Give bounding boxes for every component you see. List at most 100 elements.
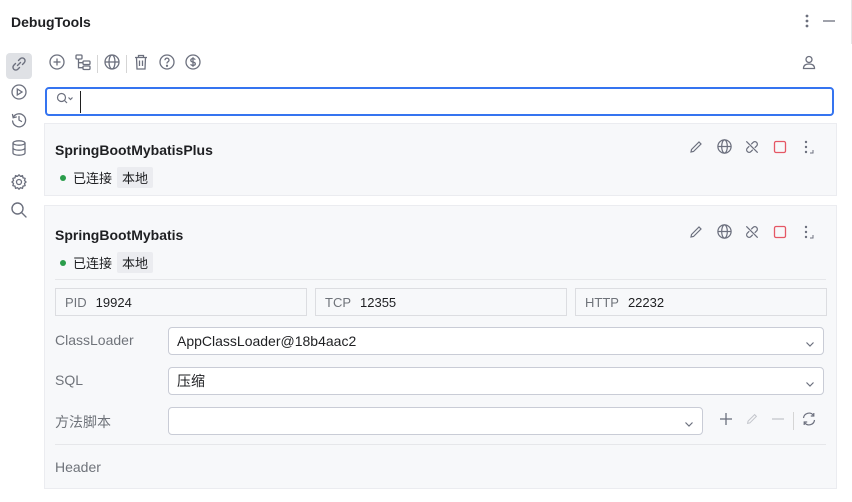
search-history-icon[interactable] xyxy=(56,92,74,111)
connected-dot-icon xyxy=(60,174,66,181)
search-icon xyxy=(10,201,28,224)
connection-status: 已连接 本地 xyxy=(60,167,154,188)
method-script-label: 方法脚本 xyxy=(55,414,111,430)
pid-value: 19924 xyxy=(95,294,132,310)
dollar-icon xyxy=(184,53,202,76)
edit-icon xyxy=(688,139,704,160)
main-toolbar xyxy=(44,51,834,77)
tcp-port-box: TCP 12355 xyxy=(315,288,567,316)
globe-icon xyxy=(716,138,733,160)
separator xyxy=(793,412,794,430)
delete-button[interactable] xyxy=(128,51,154,77)
connection-card-expanded[interactable]: SpringBootMybatis 已连接 本地 PID 19924 TCP 1… xyxy=(44,205,837,489)
toolbar-separator xyxy=(126,55,127,73)
donate-button[interactable] xyxy=(180,51,206,77)
location-tag: 本地 xyxy=(117,167,154,188)
toolbar-separator xyxy=(97,55,98,73)
history-icon xyxy=(10,111,28,134)
sidebar-search-button[interactable] xyxy=(6,199,32,225)
classloader-select[interactable]: AppClassLoader@18b4aac2 xyxy=(168,327,824,355)
refresh-script-button[interactable] xyxy=(796,408,822,434)
tree-icon xyxy=(74,53,92,76)
disconnect-button[interactable] xyxy=(742,224,762,244)
http-port-box: HTTP 22232 xyxy=(575,288,827,316)
stop-icon xyxy=(773,140,787,159)
sidebar-connections-button[interactable] xyxy=(6,53,32,79)
globe-icon xyxy=(716,223,733,245)
connection-name: SpringBootMybatisPlus xyxy=(55,142,213,158)
globe-icon xyxy=(103,53,121,76)
stop-button[interactable] xyxy=(770,224,790,244)
remove-script-button[interactable] xyxy=(765,408,791,434)
connected-dot-icon xyxy=(60,259,66,266)
minimize-icon[interactable] xyxy=(823,14,835,28)
connection-actions xyxy=(686,224,818,244)
refresh-icon xyxy=(801,411,817,432)
stop-button[interactable] xyxy=(770,139,790,159)
connection-name: SpringBootMybatis xyxy=(55,227,184,243)
chevron-down-icon xyxy=(805,336,815,352)
tool-window-header: DebugTools xyxy=(0,0,852,44)
edit-script-button[interactable] xyxy=(739,408,765,434)
connection-status: 已连接 本地 xyxy=(60,252,154,273)
tree-view-button[interactable] xyxy=(70,51,96,77)
add-script-button[interactable] xyxy=(713,408,739,434)
connection-card[interactable]: SpringBootMybatisPlus 已连接 本地 xyxy=(44,123,837,196)
user-button[interactable] xyxy=(796,51,822,77)
http-label: HTTP xyxy=(585,294,619,310)
run-icon xyxy=(10,83,28,106)
sidebar-history-button[interactable] xyxy=(6,109,32,135)
pid-label: PID xyxy=(65,294,87,310)
more-options-icon xyxy=(801,139,815,160)
edit-button[interactable] xyxy=(686,224,706,244)
more-options-icon[interactable] xyxy=(805,14,809,28)
chevron-down-icon xyxy=(805,376,815,392)
location-tag: 本地 xyxy=(117,252,154,273)
add-icon xyxy=(48,53,66,76)
open-web-button[interactable] xyxy=(714,139,734,159)
divider xyxy=(55,444,826,445)
edit-icon xyxy=(688,224,704,245)
edit-icon xyxy=(745,412,759,431)
web-button[interactable] xyxy=(99,51,125,77)
delete-icon xyxy=(132,53,150,76)
unlink-icon xyxy=(744,224,760,245)
sidebar-run-button[interactable] xyxy=(6,81,32,107)
settings-icon xyxy=(10,173,28,196)
left-sidebar xyxy=(0,44,38,502)
minus-icon xyxy=(771,412,785,431)
search-box[interactable] xyxy=(45,87,834,116)
unlink-icon xyxy=(744,139,760,160)
sql-label: SQL xyxy=(55,372,84,388)
classloader-label: ClassLoader xyxy=(55,332,134,348)
user-icon xyxy=(801,54,817,75)
connection-actions xyxy=(686,139,818,159)
sql-select[interactable]: 压缩 xyxy=(168,367,824,395)
http-port-value: 22232 xyxy=(627,294,665,310)
more-button[interactable] xyxy=(798,139,818,159)
stop-icon xyxy=(773,225,787,244)
method-script-actions xyxy=(713,408,822,434)
method-script-select[interactable] xyxy=(168,407,703,435)
classloader-value: AppClassLoader@18b4aac2 xyxy=(177,333,357,349)
sidebar-database-button[interactable] xyxy=(6,137,32,163)
search-input[interactable] xyxy=(80,90,832,113)
help-button[interactable] xyxy=(154,51,180,77)
disconnect-button[interactable] xyxy=(742,139,762,159)
plus-icon xyxy=(719,412,733,431)
sql-value: 压缩 xyxy=(177,373,205,389)
pid-box: PID 19924 xyxy=(55,288,307,316)
open-web-button[interactable] xyxy=(714,224,734,244)
help-icon xyxy=(158,53,176,76)
chevron-down-icon xyxy=(684,416,694,432)
sidebar-settings-button[interactable] xyxy=(6,171,32,197)
tcp-label: TCP xyxy=(325,294,351,310)
add-connection-button[interactable] xyxy=(44,51,70,77)
tcp-port-value: 12355 xyxy=(360,294,397,310)
status-text: 已连接 xyxy=(73,171,113,186)
divider xyxy=(55,279,826,280)
edit-button[interactable] xyxy=(686,139,706,159)
title-actions xyxy=(805,14,835,28)
header-label: Header xyxy=(55,459,101,475)
more-button[interactable] xyxy=(798,224,818,244)
